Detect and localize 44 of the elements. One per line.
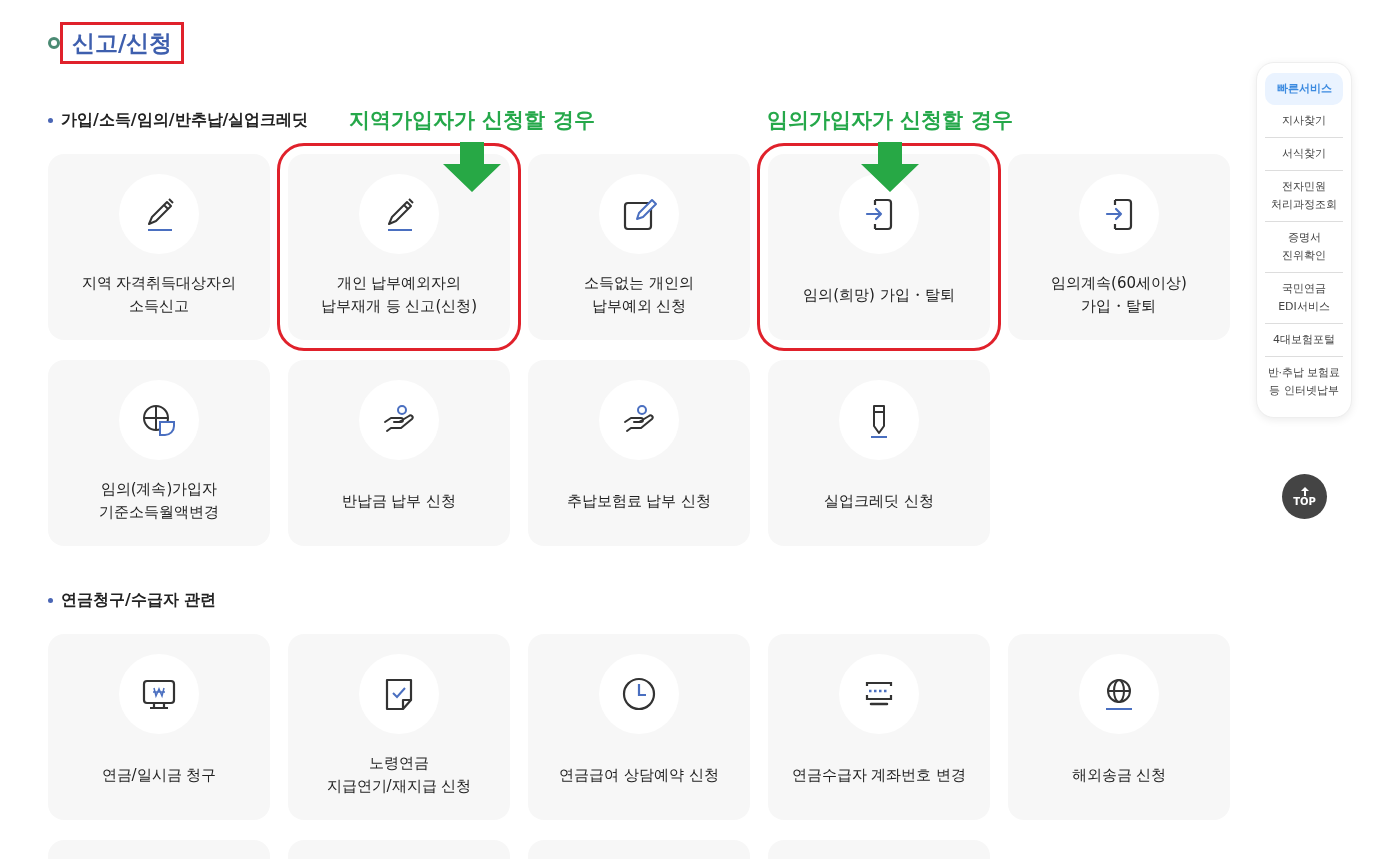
- section-title: 연금청구/수급자 관련: [61, 589, 217, 611]
- card-label: 반납금 납부 신청: [341, 490, 457, 512]
- callout-text: 임의가입자가 신청할 경우: [767, 107, 1013, 134]
- service-card[interactable]: 임의계속(60세이상) 가입・탈퇴: [1008, 154, 1230, 340]
- quick-menu-item[interactable]: 국민연금 EDI서비스: [1265, 273, 1343, 324]
- quick-menu-item[interactable]: 전자민원 처리과정조회: [1265, 171, 1343, 222]
- bullet-icon: [48, 597, 53, 603]
- card-label: 실업크레딧 신청: [824, 490, 934, 512]
- service-card[interactable]: 실업크레딧 신청: [768, 360, 990, 546]
- quick-menu-item[interactable]: 서식찾기: [1265, 138, 1343, 171]
- card-label: 지역 자격취득대상자의 소득신고: [81, 273, 237, 317]
- service-card[interactable]: 지역 자격취득대상자의 소득신고: [48, 154, 270, 340]
- service-card[interactable]: 연금/일시금 청구: [48, 634, 270, 820]
- card-label: 연금급여 상담예약 신청: [559, 764, 719, 786]
- bullet-icon: [48, 117, 53, 123]
- card-label: 임의계속(60세이상) 가입・탈퇴: [1051, 273, 1187, 317]
- quick-menu-item[interactable]: 4대보험포털: [1265, 324, 1343, 357]
- card-label: 소득없는 개인의 납부예외 신청: [584, 273, 694, 317]
- card-label: 노령연금 지급연기/재지급 신청: [326, 753, 472, 797]
- service-card[interactable]: 노령연금 지급연기/재지급 신청: [288, 634, 510, 820]
- service-card[interactable]: 추납보험료 납부 신청: [528, 360, 750, 546]
- section-title: 가입/소득/임의/반추납/실업크레딧: [61, 109, 309, 131]
- card-label: 개인 납부예외자의 납부재개 등 신고(신청): [320, 273, 478, 317]
- service-card[interactable]: 임의(계속)가입자 기준소득월액변경: [48, 360, 270, 546]
- card-label: 임의(계속)가입자 기준소득월액변경: [99, 479, 219, 523]
- card-label: 연금/일시금 청구: [101, 764, 217, 786]
- card-label: 연금수급자 계좌번호 변경: [791, 764, 967, 786]
- quick-menu-item[interactable]: 지사찾기: [1265, 105, 1343, 138]
- quick-menu-item[interactable]: 반·추납 보험료 등 인터넷납부: [1265, 357, 1343, 407]
- service-card[interactable]: 반납금 납부 신청: [288, 360, 510, 546]
- down-arrow-icon: [443, 142, 501, 192]
- top-button[interactable]: TOP: [1282, 474, 1327, 519]
- up-arrow-icon: [1300, 486, 1309, 496]
- service-card[interactable]: 해외송금 신청: [1008, 634, 1230, 820]
- bullet-icon: [48, 37, 60, 49]
- service-card[interactable]: 연금급여 상담예약 신청: [528, 634, 750, 820]
- service-card[interactable]: 소득없는 개인의 납부예외 신청: [528, 154, 750, 340]
- service-card[interactable]: 연금수급자 계좌번호 변경: [768, 634, 990, 820]
- card-label: 임의(희망) 가입・탈퇴: [803, 284, 955, 306]
- quick-menu-item[interactable]: 증명서 진위확인: [1265, 222, 1343, 273]
- card-label: 해외송금 신청: [1071, 764, 1167, 786]
- card-label: 추납보험료 납부 신청: [566, 490, 712, 512]
- down-arrow-icon: [861, 142, 919, 192]
- callout-text: 지역가입자가 신청할 경우: [349, 107, 595, 134]
